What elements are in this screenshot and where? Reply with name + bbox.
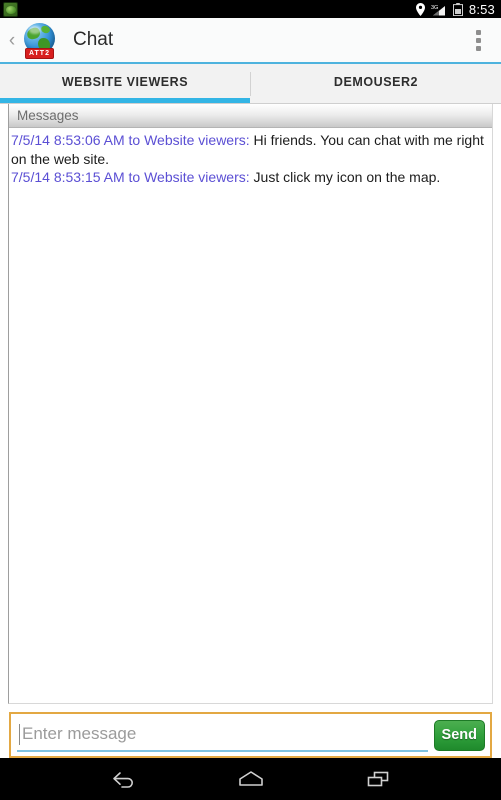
overflow-menu-icon[interactable] <box>465 20 491 60</box>
globe-icon[interactable]: ATT2 <box>21 21 59 59</box>
status-bar-clock: 8:53 <box>468 1 495 17</box>
action-bar: ‹ ATT2 Chat <box>0 18 501 64</box>
messages-list[interactable]: 7/5/14 8:53:06 AM to Website viewers: Hi… <box>9 128 492 703</box>
message-item: 7/5/14 8:53:06 AM to Website viewers: Hi… <box>11 131 487 168</box>
message-meta: 7/5/14 8:53:15 AM to Website viewers: <box>11 169 250 185</box>
messages-header: Messages <box>9 104 492 128</box>
tab-bar: WEBSITE VIEWERS DEMOUSER2 <box>0 64 501 104</box>
location-pin-icon <box>415 2 425 16</box>
overflow-dot <box>475 37 481 43</box>
message-body: Just click my icon on the map. <box>249 169 441 185</box>
back-nav-icon[interactable] <box>100 758 148 800</box>
svg-text:3G: 3G <box>431 5 438 11</box>
battery-icon <box>452 2 463 16</box>
app-root: 3G 8:53 ‹ ATT2 Chat WEBSITE VIEWERS DEMO… <box>0 0 501 800</box>
message-input-wrapper[interactable] <box>17 718 428 752</box>
status-bar-notifications <box>3 1 416 17</box>
message-item: 7/5/14 8:53:15 AM to Website viewers: Ju… <box>11 168 487 187</box>
messages-header-label: Messages <box>17 108 79 123</box>
messages-panel: Messages 7/5/14 8:53:06 AM to Website vi… <box>8 104 493 704</box>
message-meta: 7/5/14 8:53:06 AM to Website viewers: <box>11 132 250 148</box>
overflow-dot <box>475 29 481 35</box>
overflow-dot <box>475 45 481 51</box>
status-bar-system-icons: 3G 8:53 <box>415 1 495 17</box>
home-nav-icon[interactable] <box>227 758 275 800</box>
recents-nav-icon[interactable] <box>354 758 402 800</box>
page-title: Chat <box>73 29 114 50</box>
android-nav-bar <box>0 758 501 800</box>
text-caret <box>19 723 20 745</box>
status-bar: 3G 8:53 <box>0 0 501 18</box>
logo-badge: ATT2 <box>25 48 54 59</box>
send-button[interactable]: Send <box>433 719 485 751</box>
content-area: Messages 7/5/14 8:53:06 AM to Website vi… <box>0 104 501 758</box>
globe-landmass-c <box>40 24 51 35</box>
message-input[interactable] <box>22 724 426 744</box>
globe-highlight <box>29 26 41 34</box>
tab-label: WEBSITE VIEWERS <box>61 74 189 89</box>
signal-3g-icon: 3G <box>431 3 447 16</box>
tab-demouser2[interactable]: DEMOUSER2 <box>251 64 501 103</box>
message-input-bar: Send <box>9 712 492 758</box>
tab-website-viewers[interactable]: WEBSITE VIEWERS <box>0 64 250 103</box>
app-notification-icon <box>3 1 18 17</box>
back-caret-icon[interactable]: ‹ <box>4 31 20 50</box>
tab-label: DEMOUSER2 <box>333 74 419 89</box>
